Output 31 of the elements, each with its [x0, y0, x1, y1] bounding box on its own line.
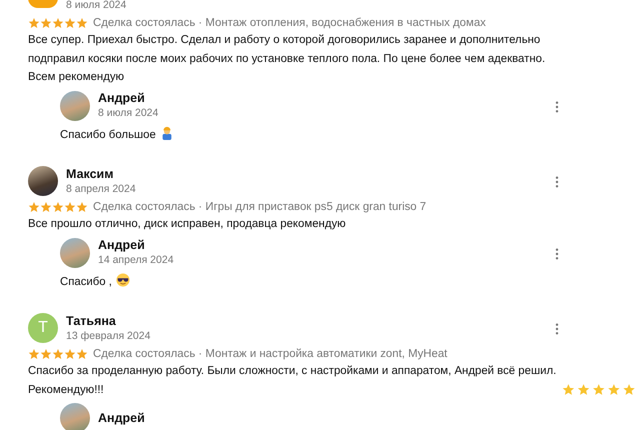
deal-info: Сделка состоялась · Игры для приставок ps5 диск gran turiso 7 — [93, 201, 426, 213]
author-name: Татьяна — [66, 314, 117, 328]
more-options-icon[interactable] — [555, 176, 559, 188]
deal-info: Сделка состоялась · Монтаж и настройка автоматики zont, MyHeat — [93, 348, 448, 360]
avatar-photo — [60, 403, 90, 430]
author-name: Андрей — [98, 410, 145, 426]
avatar-photo — [28, 166, 58, 196]
review-date: 8 июля 2024 — [66, 0, 126, 12]
sunglasses-face-icon — [116, 272, 130, 286]
review-text: Все прошло отлично, диск исправен, продавца рекомендую — [28, 218, 346, 230]
worker-icon — [160, 126, 174, 140]
avatar-photo — [60, 238, 90, 268]
more-options-icon[interactable] — [555, 323, 559, 335]
reply-text: Спасибо , — [60, 276, 112, 288]
review-text: Все супер. Приехал быстро. Сделал и работу о которой договорились заранее и дополнительно подправил косяки после моих рабочих по установке теплого пола. По цене более чем адекватно. Всем рекомендую — [28, 34, 546, 83]
stars-icon — [561, 383, 635, 396]
reply-date: 14 апреля 2024 — [98, 253, 174, 267]
author-name: Андрей — [98, 238, 146, 253]
deal-info: Сделка состоялась · Монтаж отопления, водоснабжения в частных домах — [93, 17, 486, 29]
reply-date: 8 июля 2024 — [98, 106, 158, 120]
avatar-photo — [60, 90, 90, 120]
more-options-icon[interactable] — [555, 100, 559, 112]
review-text: Спасибо за проделанную работу. Были сложности, с настройками и аппаратом, Андрей всё решил. Рекомендую!!! — [28, 364, 558, 398]
review-date: 13 февраля 2024 — [66, 328, 150, 342]
more-options-icon[interactable] — [555, 248, 559, 260]
avatar: Т — [28, 313, 58, 343]
author-name: Андрей — [98, 91, 146, 106]
author-name: Максим — [66, 166, 114, 182]
review-date: 8 апреля 2024 — [66, 182, 136, 196]
avatar — [28, 0, 58, 8]
reply-text: Спасибо большое — [60, 128, 156, 140]
